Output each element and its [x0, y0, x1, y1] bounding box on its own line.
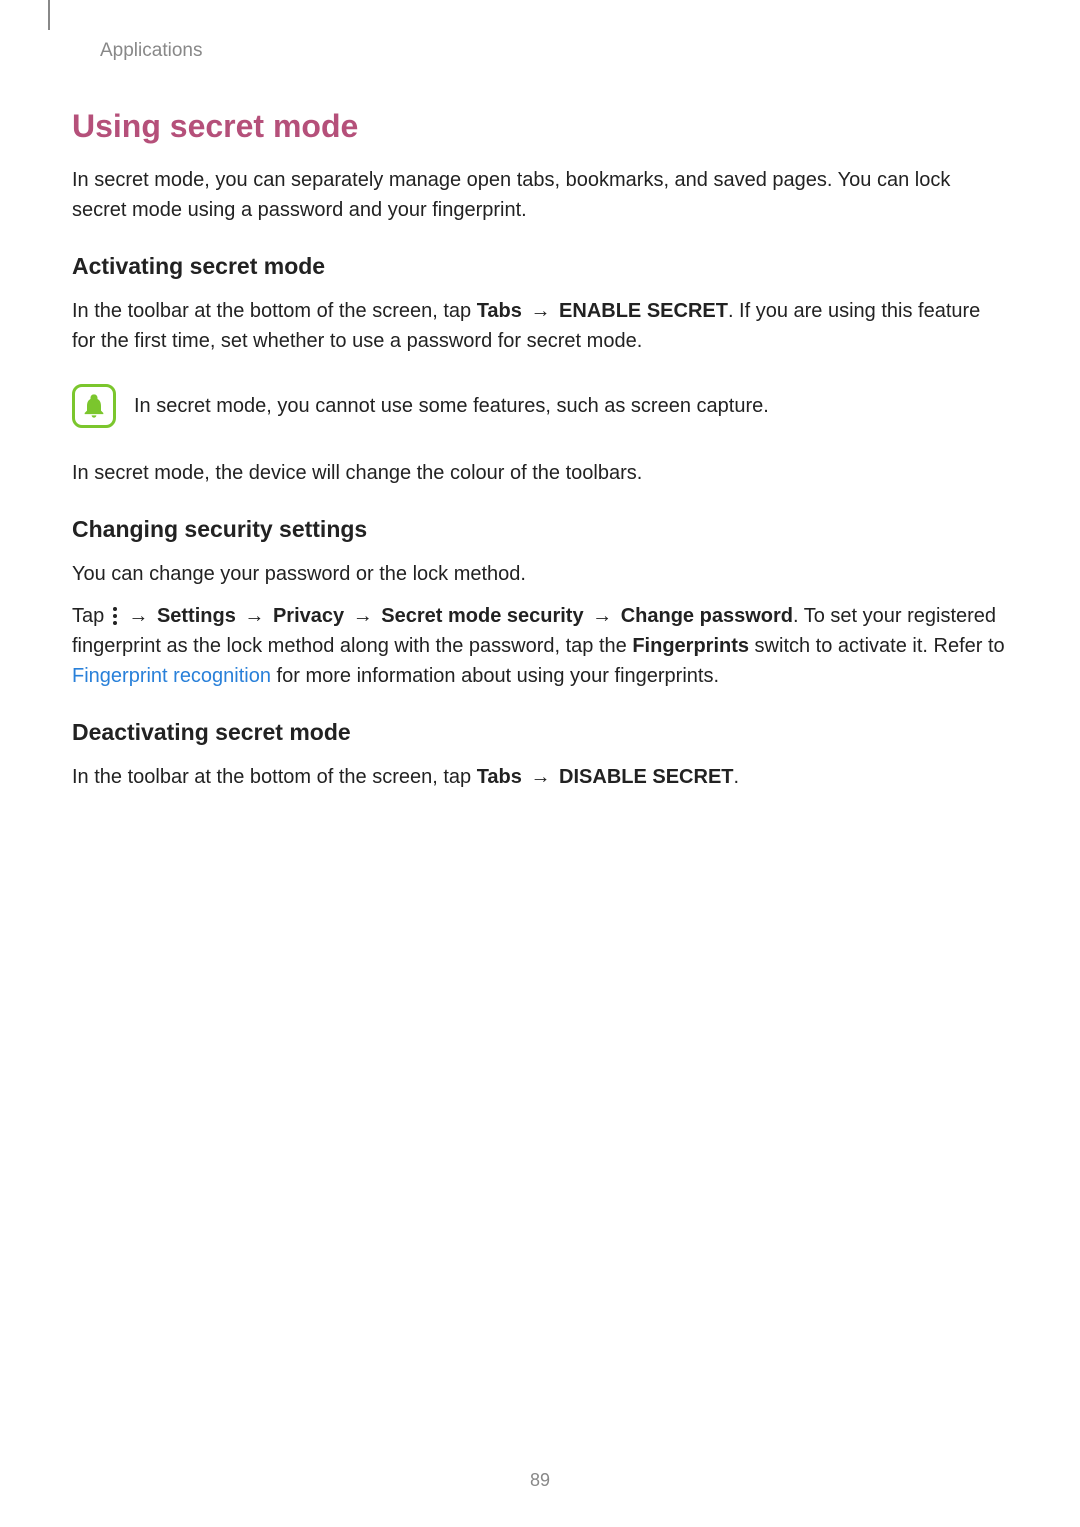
- enable-secret-label: ENABLE SECRET: [559, 300, 728, 322]
- text-fragment: In the toolbar at the bottom of the scre…: [72, 766, 477, 788]
- heading-changing: Changing security settings: [72, 516, 1008, 543]
- arrow-icon: →: [522, 300, 559, 322]
- page-number: 89: [0, 1470, 1080, 1491]
- bell-icon: [72, 384, 116, 428]
- deactivating-paragraph: In the toolbar at the bottom of the scre…: [72, 762, 1008, 792]
- tabs-label: Tabs: [477, 300, 522, 322]
- settings-label: Settings: [157, 605, 236, 627]
- page-content: Using secret mode In secret mode, you ca…: [72, 108, 1008, 820]
- secret-mode-security-label: Secret mode security: [381, 605, 583, 627]
- text-fragment: In the toolbar at the bottom of the scre…: [72, 300, 477, 322]
- privacy-label: Privacy: [273, 605, 344, 627]
- activating-paragraph-2: In secret mode, the device will change t…: [72, 458, 1008, 488]
- text-fragment: Tap: [72, 605, 110, 627]
- intro-paragraph: In secret mode, you can separately manag…: [72, 165, 1008, 225]
- arrow-icon: →: [584, 605, 621, 627]
- arrow-icon: →: [120, 605, 157, 627]
- text-fragment: for more information about using your fi…: [271, 665, 719, 687]
- change-password-label: Change password: [621, 605, 793, 627]
- page-edge-marker: [48, 0, 50, 30]
- changing-paragraph-2: Tap → Settings → Privacy → Secret mode s…: [72, 601, 1008, 691]
- changing-paragraph-1: You can change your password or the lock…: [72, 559, 1008, 589]
- note-callout: In secret mode, you cannot use some feat…: [72, 384, 1008, 428]
- disable-secret-label: DISABLE SECRET: [559, 766, 733, 788]
- activating-paragraph-1: In the toolbar at the bottom of the scre…: [72, 296, 1008, 356]
- fingerprint-recognition-link[interactable]: Fingerprint recognition: [72, 665, 271, 687]
- arrow-icon: →: [236, 605, 273, 627]
- section-header: Applications: [100, 40, 202, 62]
- arrow-icon: →: [522, 766, 559, 788]
- tabs-label: Tabs: [477, 766, 522, 788]
- page-title: Using secret mode: [72, 108, 1008, 145]
- text-fragment: .: [734, 766, 740, 788]
- note-text: In secret mode, you cannot use some feat…: [134, 391, 769, 421]
- text-fragment: switch to activate it. Refer to: [749, 635, 1005, 657]
- fingerprints-label: Fingerprints: [632, 635, 749, 657]
- more-options-icon: [110, 607, 120, 625]
- arrow-icon: →: [344, 605, 381, 627]
- heading-deactivating: Deactivating secret mode: [72, 719, 1008, 746]
- heading-activating: Activating secret mode: [72, 253, 1008, 280]
